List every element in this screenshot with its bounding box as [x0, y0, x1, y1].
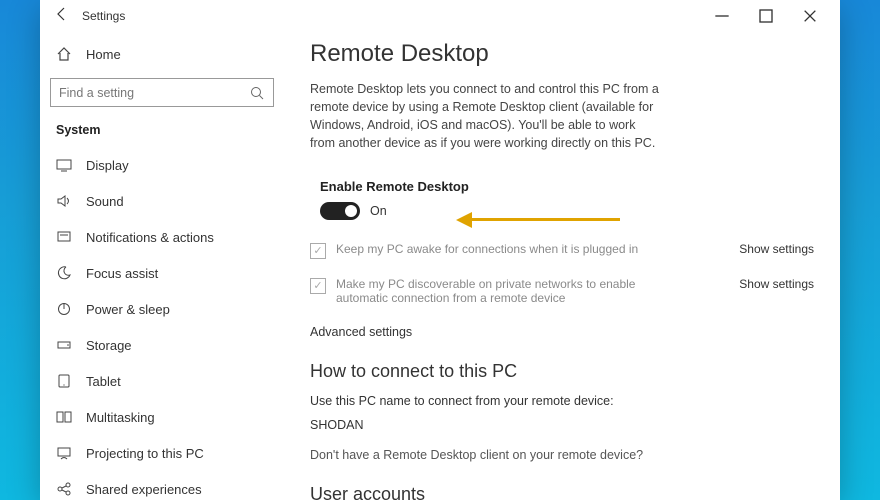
sidebar-home[interactable]: Home — [50, 38, 274, 70]
sidebar-item-power-sleep[interactable]: Power & sleep — [50, 291, 274, 327]
power-icon — [56, 301, 72, 317]
sidebar-item-label: Notifications & actions — [86, 230, 214, 245]
page-title: Remote Desktop — [310, 40, 814, 68]
advanced-settings-link[interactable]: Advanced settings — [310, 325, 412, 339]
back-button[interactable] — [48, 6, 76, 27]
maximize-button[interactable] — [744, 1, 788, 31]
sidebar-item-storage[interactable]: Storage — [50, 327, 274, 363]
title-bar: Settings — [40, 0, 840, 32]
sidebar-item-label: Multitasking — [86, 410, 155, 425]
close-button[interactable] — [788, 1, 832, 31]
connect-heading: How to connect to this PC — [310, 361, 814, 382]
multitasking-icon — [56, 409, 72, 425]
no-client-question: Don't have a Remote Desktop client on yo… — [310, 448, 814, 462]
toggle-state-label: On — [370, 204, 387, 218]
sound-icon — [56, 193, 72, 209]
discoverable-checkbox[interactable]: ✓ — [310, 278, 326, 294]
search-placeholder: Find a setting — [59, 86, 134, 100]
display-icon — [56, 157, 72, 173]
search-icon — [249, 85, 265, 101]
sidebar-item-label: Storage — [86, 338, 132, 353]
tablet-icon — [56, 373, 72, 389]
sidebar-item-projecting[interactable]: Projecting to this PC — [50, 435, 274, 471]
sidebar-item-tablet[interactable]: Tablet — [50, 363, 274, 399]
sidebar-item-display[interactable]: Display — [50, 147, 274, 183]
search-input[interactable]: Find a setting — [50, 78, 274, 107]
sidebar-item-sound[interactable]: Sound — [50, 183, 274, 219]
keep-awake-label: Keep my PC awake for connections when it… — [336, 242, 638, 256]
page-description: Remote Desktop lets you connect to and c… — [310, 80, 660, 153]
moon-icon — [56, 265, 72, 281]
sidebar-item-notifications[interactable]: Notifications & actions — [50, 219, 274, 255]
sidebar-item-label: Projecting to this PC — [86, 446, 204, 461]
sidebar-item-label: Sound — [86, 194, 124, 209]
settings-window: Settings Home Find a setting System Disp… — [40, 0, 840, 500]
sidebar-item-label: Focus assist — [86, 266, 158, 281]
window-title: Settings — [82, 9, 125, 23]
sidebar-item-label: Power & sleep — [86, 302, 170, 317]
discoverable-show-settings[interactable]: Show settings — [739, 277, 814, 291]
sidebar-item-shared-experiences[interactable]: Shared experiences — [50, 471, 274, 500]
pc-name: SHODAN — [310, 418, 814, 432]
connect-sub: Use this PC name to connect from your re… — [310, 394, 814, 408]
shared-icon — [56, 481, 72, 497]
sidebar-item-label: Shared experiences — [86, 482, 202, 497]
sidebar-nav: Display Sound Notifications & actions Fo… — [50, 147, 274, 500]
storage-icon — [56, 337, 72, 353]
main-panel: Remote Desktop Remote Desktop lets you c… — [284, 32, 840, 500]
sidebar: Home Find a setting System Display Sound… — [40, 32, 284, 500]
sidebar-item-focus-assist[interactable]: Focus assist — [50, 255, 274, 291]
sidebar-item-multitasking[interactable]: Multitasking — [50, 399, 274, 435]
sidebar-item-label: Tablet — [86, 374, 121, 389]
enable-remote-desktop-label: Enable Remote Desktop — [320, 179, 469, 194]
minimize-button[interactable] — [700, 1, 744, 31]
home-icon — [56, 46, 72, 62]
sidebar-item-label: Display — [86, 158, 129, 173]
keep-awake-checkbox[interactable]: ✓ — [310, 243, 326, 259]
enable-remote-desktop-toggle[interactable] — [320, 202, 360, 220]
notifications-icon — [56, 229, 72, 245]
home-label: Home — [86, 47, 121, 62]
discoverable-label: Make my PC discoverable on private netwo… — [336, 277, 670, 305]
user-accounts-heading: User accounts — [310, 484, 814, 500]
keep-awake-show-settings[interactable]: Show settings — [739, 242, 814, 256]
sidebar-group-heading: System — [50, 121, 274, 147]
projecting-icon — [56, 445, 72, 461]
